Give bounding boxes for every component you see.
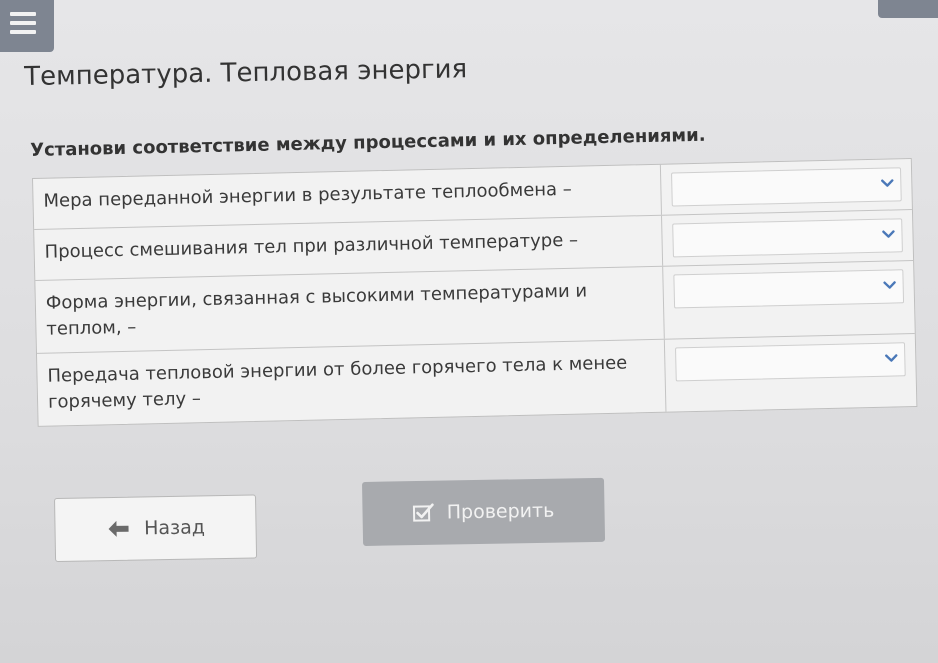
chevron-down-icon — [885, 354, 898, 362]
answer-dropdown[interactable] — [671, 167, 902, 207]
chevron-down-icon — [881, 179, 894, 187]
chevron-down-icon — [882, 230, 895, 238]
checkbox-check-icon — [413, 503, 434, 522]
check-button[interactable]: Проверить — [362, 477, 606, 546]
matching-table: Мера переданной энергии в результате теп… — [32, 158, 918, 428]
back-button-label: Назад — [143, 516, 206, 540]
answer-cell — [661, 159, 912, 215]
check-button-label: Проверить — [446, 499, 555, 524]
chevron-down-icon — [883, 281, 896, 289]
answer-dropdown[interactable] — [672, 218, 903, 258]
answer-cell — [663, 261, 915, 339]
menu-button[interactable] — [0, 0, 54, 52]
definition-text: Передача тепловой энергии от более горяч… — [36, 339, 667, 427]
answer-cell — [662, 210, 913, 266]
back-button[interactable]: Назад — [54, 494, 258, 562]
answer-dropdown[interactable] — [673, 269, 905, 309]
screen: Температура. Тепловая энергия Установи с… — [0, 0, 938, 663]
answer-cell — [665, 334, 917, 412]
definition-text: Форма энергии, связанная с высокими темп… — [35, 266, 665, 354]
hamburger-menu-icon — [10, 12, 36, 38]
answer-dropdown[interactable] — [675, 342, 906, 382]
top-right-button[interactable] — [878, 0, 938, 18]
page-title: Температура. Тепловая энергия — [24, 54, 468, 92]
arrow-left-icon — [108, 520, 129, 537]
task-instruction: Установи соответствие между процессами и… — [30, 124, 706, 161]
